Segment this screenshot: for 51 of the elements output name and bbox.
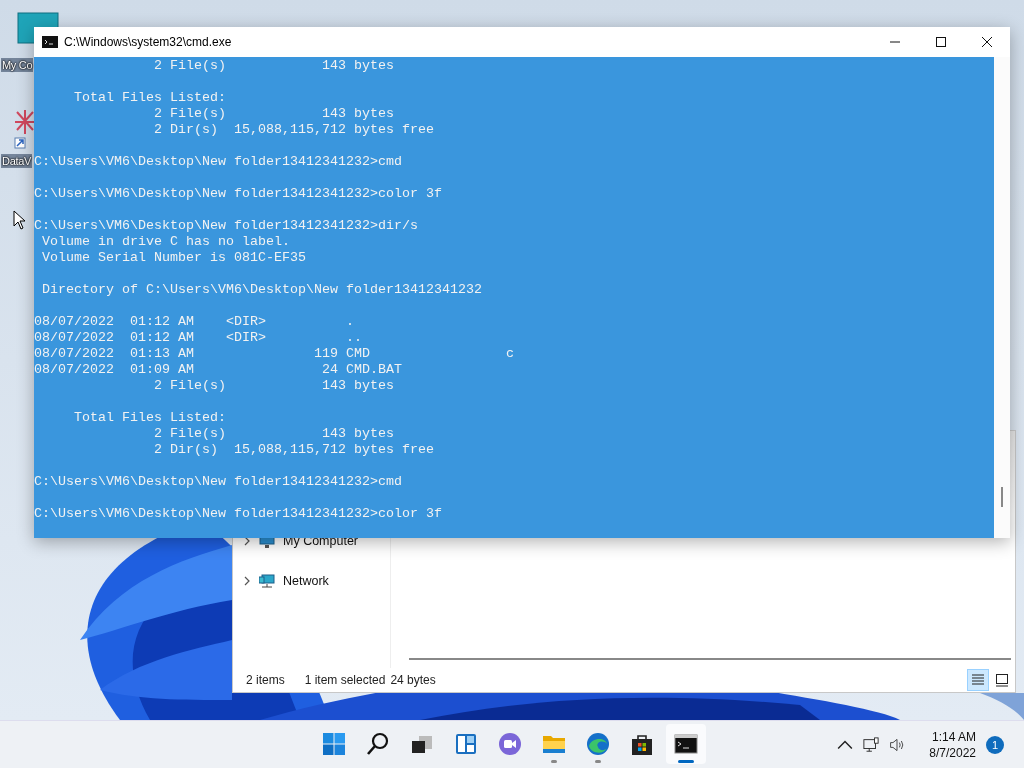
desktop-icon-label[interactable]: My Co [1, 58, 34, 72]
clock-time[interactable]: 1:14 AM [931, 728, 976, 745]
volume-icon[interactable] [889, 736, 906, 753]
network-icon [259, 573, 275, 589]
console-line: C:\Users\VM6\Desktop\New folder13412341232>color 3f [34, 506, 443, 522]
console-line: 2 Dir(s) 15,088,115,712 bytes free [152, 442, 435, 458]
console-icon [42, 36, 58, 48]
console-line: 2 File(s) 143 bytes [152, 58, 395, 74]
close-icon [982, 37, 992, 47]
terminal-icon [674, 732, 698, 756]
console-line: Total Files Listed: [73, 410, 227, 426]
selection-info: 1 item selected [304, 673, 386, 687]
item-count: 2 items [246, 673, 285, 687]
cursor-icon [13, 210, 25, 230]
console-line: 08/07/2022 01:12 AM <DIR> .. [34, 330, 363, 346]
console-line: 2 File(s) 143 bytes [152, 378, 395, 394]
console-line: 2 File(s) 143 bytes [152, 426, 395, 442]
console-line: Volume in drive C has no label. [41, 234, 291, 250]
console-line: 2 Dir(s) 15,088,115,712 bytes free [152, 122, 435, 138]
console-line: 08/07/2022 01:12 AM <DIR> . [34, 314, 355, 330]
video-camera-icon [498, 732, 522, 756]
panels-icon [454, 732, 478, 756]
console-line: 2 File(s) 143 bytes [152, 106, 395, 122]
selection-size: 24 bytes [390, 673, 436, 687]
four-squares-icon [322, 732, 346, 756]
desktop-icon-label[interactable]: DataV [1, 154, 33, 168]
window-title: C:\Windows\system32\cmd.exe [64, 35, 233, 49]
console-line: Volume Serial Number is 081C-EF35 [41, 250, 307, 266]
swirl-icon [586, 732, 610, 756]
scrollbar[interactable] [994, 57, 1010, 538]
console-line: C:\Users\VM6\Desktop\New folder13412341232>dir/s [34, 218, 419, 234]
shopping-bag-icon [630, 732, 654, 756]
scrollbar[interactable] [409, 658, 1011, 660]
search-icon [366, 732, 390, 756]
console-line: 08/07/2022 01:13 AM 119 CMD c [34, 346, 515, 362]
console-line: Total Files Listed: [73, 90, 227, 106]
preview-pane-icon [995, 673, 1009, 687]
terminal-button[interactable] [666, 724, 706, 764]
nav-item[interactable]: Network [283, 574, 329, 588]
console-line: C:\Users\VM6\Desktop\New folder13412341232>cmd [34, 154, 403, 170]
maximize-icon [936, 37, 946, 47]
chevron-icon[interactable] [243, 576, 251, 586]
list-icon [971, 673, 985, 687]
notification-badge[interactable]: 1 [986, 735, 1004, 754]
console-line: 08/07/2022 01:09 AM 24 CMD.BAT [34, 362, 403, 378]
clock-date[interactable]: 8/7/2022 [929, 744, 976, 761]
console-line: Directory of C:\Users\VM6\Desktop\New folder13412341232 [41, 282, 483, 298]
console-line: C:\Users\VM6\Desktop\New folder13412341232>cmd [34, 474, 403, 490]
shortcut-icon[interactable] [13, 108, 37, 150]
network-icon[interactable] [863, 736, 880, 753]
console-line: C:\Users\VM6\Desktop\New folder13412341232>color 3f [34, 186, 443, 202]
